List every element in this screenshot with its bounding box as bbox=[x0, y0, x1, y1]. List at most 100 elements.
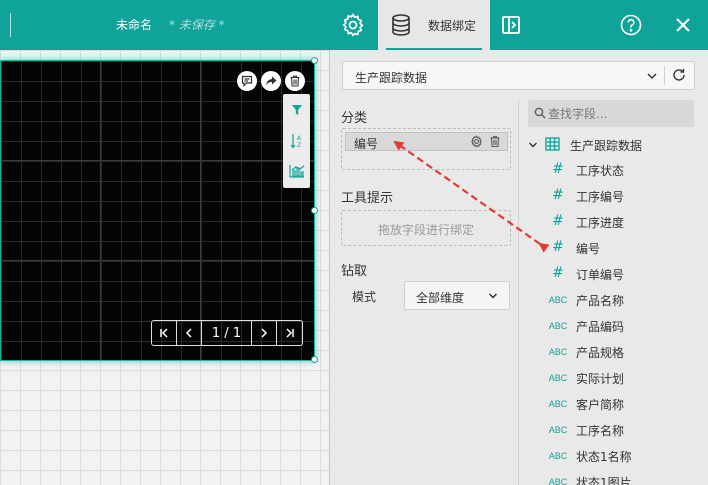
numeric-field-icon: # bbox=[552, 213, 564, 229]
table-icon bbox=[545, 137, 560, 151]
drill-mode-select[interactable]: 全部维度 bbox=[404, 281, 510, 310]
numeric-field-icon: # bbox=[552, 265, 564, 281]
resize-handle-top-right[interactable] bbox=[311, 57, 318, 64]
close-button[interactable] bbox=[668, 0, 698, 50]
drill-mode-value: 全部维度 bbox=[416, 291, 465, 305]
dataset-select-value: 生产跟踪数据 bbox=[355, 71, 428, 85]
database-icon bbox=[392, 14, 410, 36]
text-field-icon: ABC bbox=[548, 399, 568, 409]
dataset-select[interactable]: 生产跟踪数据 bbox=[342, 61, 695, 90]
field-item[interactable]: # 编号 bbox=[545, 239, 695, 257]
comment-button[interactable] bbox=[237, 71, 257, 91]
gear-icon bbox=[342, 13, 364, 37]
widget-pager: 1 / 1 bbox=[151, 320, 303, 346]
chart-type-button[interactable] bbox=[283, 157, 310, 185]
field-search-input[interactable] bbox=[548, 100, 688, 127]
toolbar-divider bbox=[10, 13, 11, 37]
numeric-field-icon: # bbox=[552, 161, 564, 177]
field-item[interactable]: ABC 状态1图片 bbox=[545, 473, 695, 485]
category-field-label: 编号 bbox=[354, 137, 379, 151]
field-item-label: 状态1图片 bbox=[576, 476, 632, 485]
category-field-chip[interactable]: 编号 bbox=[345, 132, 508, 151]
field-item[interactable]: # 工序进度 bbox=[545, 213, 695, 231]
chevron-left-icon bbox=[185, 328, 192, 338]
field-item-label: 订单编号 bbox=[576, 268, 625, 282]
trash-icon bbox=[290, 75, 300, 87]
field-item[interactable]: ABC 状态1名称 bbox=[545, 447, 695, 465]
text-field-icon: ABC bbox=[548, 451, 568, 461]
last-page-icon bbox=[285, 328, 294, 338]
refresh-icon[interactable] bbox=[672, 68, 686, 82]
field-item-label: 实际计划 bbox=[576, 372, 625, 386]
text-field-icon: ABC bbox=[548, 347, 568, 357]
help-button[interactable] bbox=[616, 0, 646, 50]
field-item[interactable]: ABC 实际计划 bbox=[545, 369, 695, 387]
field-item[interactable]: # 工序编号 bbox=[545, 187, 695, 205]
svg-text:Z: Z bbox=[297, 142, 301, 149]
select-divider bbox=[664, 66, 665, 85]
tooltip-dropzone[interactable]: 拖放字段进行绑定 bbox=[341, 210, 511, 246]
comment-icon bbox=[241, 75, 253, 87]
last-page-button[interactable] bbox=[277, 321, 302, 345]
resize-handle-bottom-right[interactable] bbox=[311, 356, 318, 363]
widget-side-toolbar: A Z bbox=[283, 94, 310, 188]
text-field-icon: ABC bbox=[548, 477, 568, 485]
drill-label: 钻取 bbox=[341, 264, 368, 279]
field-panel-divider bbox=[518, 100, 519, 485]
category-dropzone[interactable]: 编号 bbox=[341, 128, 511, 170]
field-item[interactable]: ABC 产品规格 bbox=[545, 343, 695, 361]
next-page-button[interactable] bbox=[252, 321, 277, 345]
text-field-icon: ABC bbox=[548, 321, 568, 331]
numeric-field-icon: # bbox=[552, 187, 564, 203]
field-item-label: 产品编码 bbox=[576, 320, 625, 334]
gear-icon[interactable] bbox=[470, 135, 483, 148]
field-item-label: 工序状态 bbox=[576, 164, 625, 178]
dashboard-title[interactable]: 未命名 bbox=[116, 16, 152, 33]
grid-line bbox=[200, 61, 201, 360]
filter-button[interactable] bbox=[283, 96, 310, 124]
filter-icon bbox=[291, 105, 302, 115]
unsaved-indicator: * 未保存 * bbox=[169, 18, 225, 32]
tab-data-binding-label: 数据绑定 bbox=[428, 19, 477, 33]
toggle-panel-button[interactable] bbox=[498, 0, 524, 50]
numeric-field-icon: # bbox=[552, 239, 564, 255]
field-item[interactable]: ABC 产品编码 bbox=[545, 317, 695, 335]
chevron-down-icon[interactable] bbox=[528, 140, 538, 150]
field-item-label: 状态1名称 bbox=[576, 450, 632, 464]
field-item-label: 产品规格 bbox=[576, 346, 625, 360]
trash-icon[interactable] bbox=[489, 135, 501, 148]
help-icon bbox=[620, 14, 642, 36]
chart-analysis-icon bbox=[288, 165, 304, 178]
sort-button[interactable]: A Z bbox=[283, 127, 310, 155]
text-field-icon: ABC bbox=[548, 373, 568, 383]
sidebar-toggle-icon bbox=[502, 16, 520, 34]
tooltip-label: 工具提示 bbox=[341, 191, 394, 206]
field-item[interactable]: # 工序状态 bbox=[545, 161, 695, 179]
widget-actions bbox=[237, 71, 305, 91]
mode-label: 模式 bbox=[352, 290, 377, 304]
settings-button[interactable] bbox=[334, 0, 372, 50]
field-item[interactable]: ABC 客户简称 bbox=[545, 395, 695, 413]
tab-data-binding[interactable]: 数据绑定 bbox=[378, 0, 490, 50]
first-page-button[interactable] bbox=[152, 321, 177, 345]
field-item[interactable]: ABC 工序名称 bbox=[545, 421, 695, 439]
field-search[interactable] bbox=[528, 100, 694, 127]
field-item-label: 工序编号 bbox=[576, 190, 625, 204]
first-page-icon bbox=[160, 328, 168, 338]
chevron-right-icon bbox=[261, 328, 268, 338]
prev-page-button[interactable] bbox=[177, 321, 202, 345]
chart-widget[interactable] bbox=[0, 60, 315, 361]
text-field-icon: ABC bbox=[548, 425, 568, 435]
text-field-icon: ABC bbox=[548, 295, 568, 305]
chevron-down-icon bbox=[488, 293, 498, 299]
field-item[interactable]: # 订单编号 bbox=[545, 265, 695, 283]
field-item-label: 工序进度 bbox=[576, 216, 625, 230]
dataset-tree-label: 生产跟踪数据 bbox=[570, 139, 643, 153]
svg-text:A: A bbox=[297, 135, 302, 142]
field-item[interactable]: ABC 产品名称 bbox=[545, 291, 695, 309]
share-button[interactable] bbox=[261, 71, 281, 91]
resize-handle-right[interactable] bbox=[311, 207, 318, 214]
delete-widget-button[interactable] bbox=[285, 71, 305, 91]
share-icon bbox=[266, 76, 277, 86]
chevron-down-icon bbox=[647, 73, 657, 80]
